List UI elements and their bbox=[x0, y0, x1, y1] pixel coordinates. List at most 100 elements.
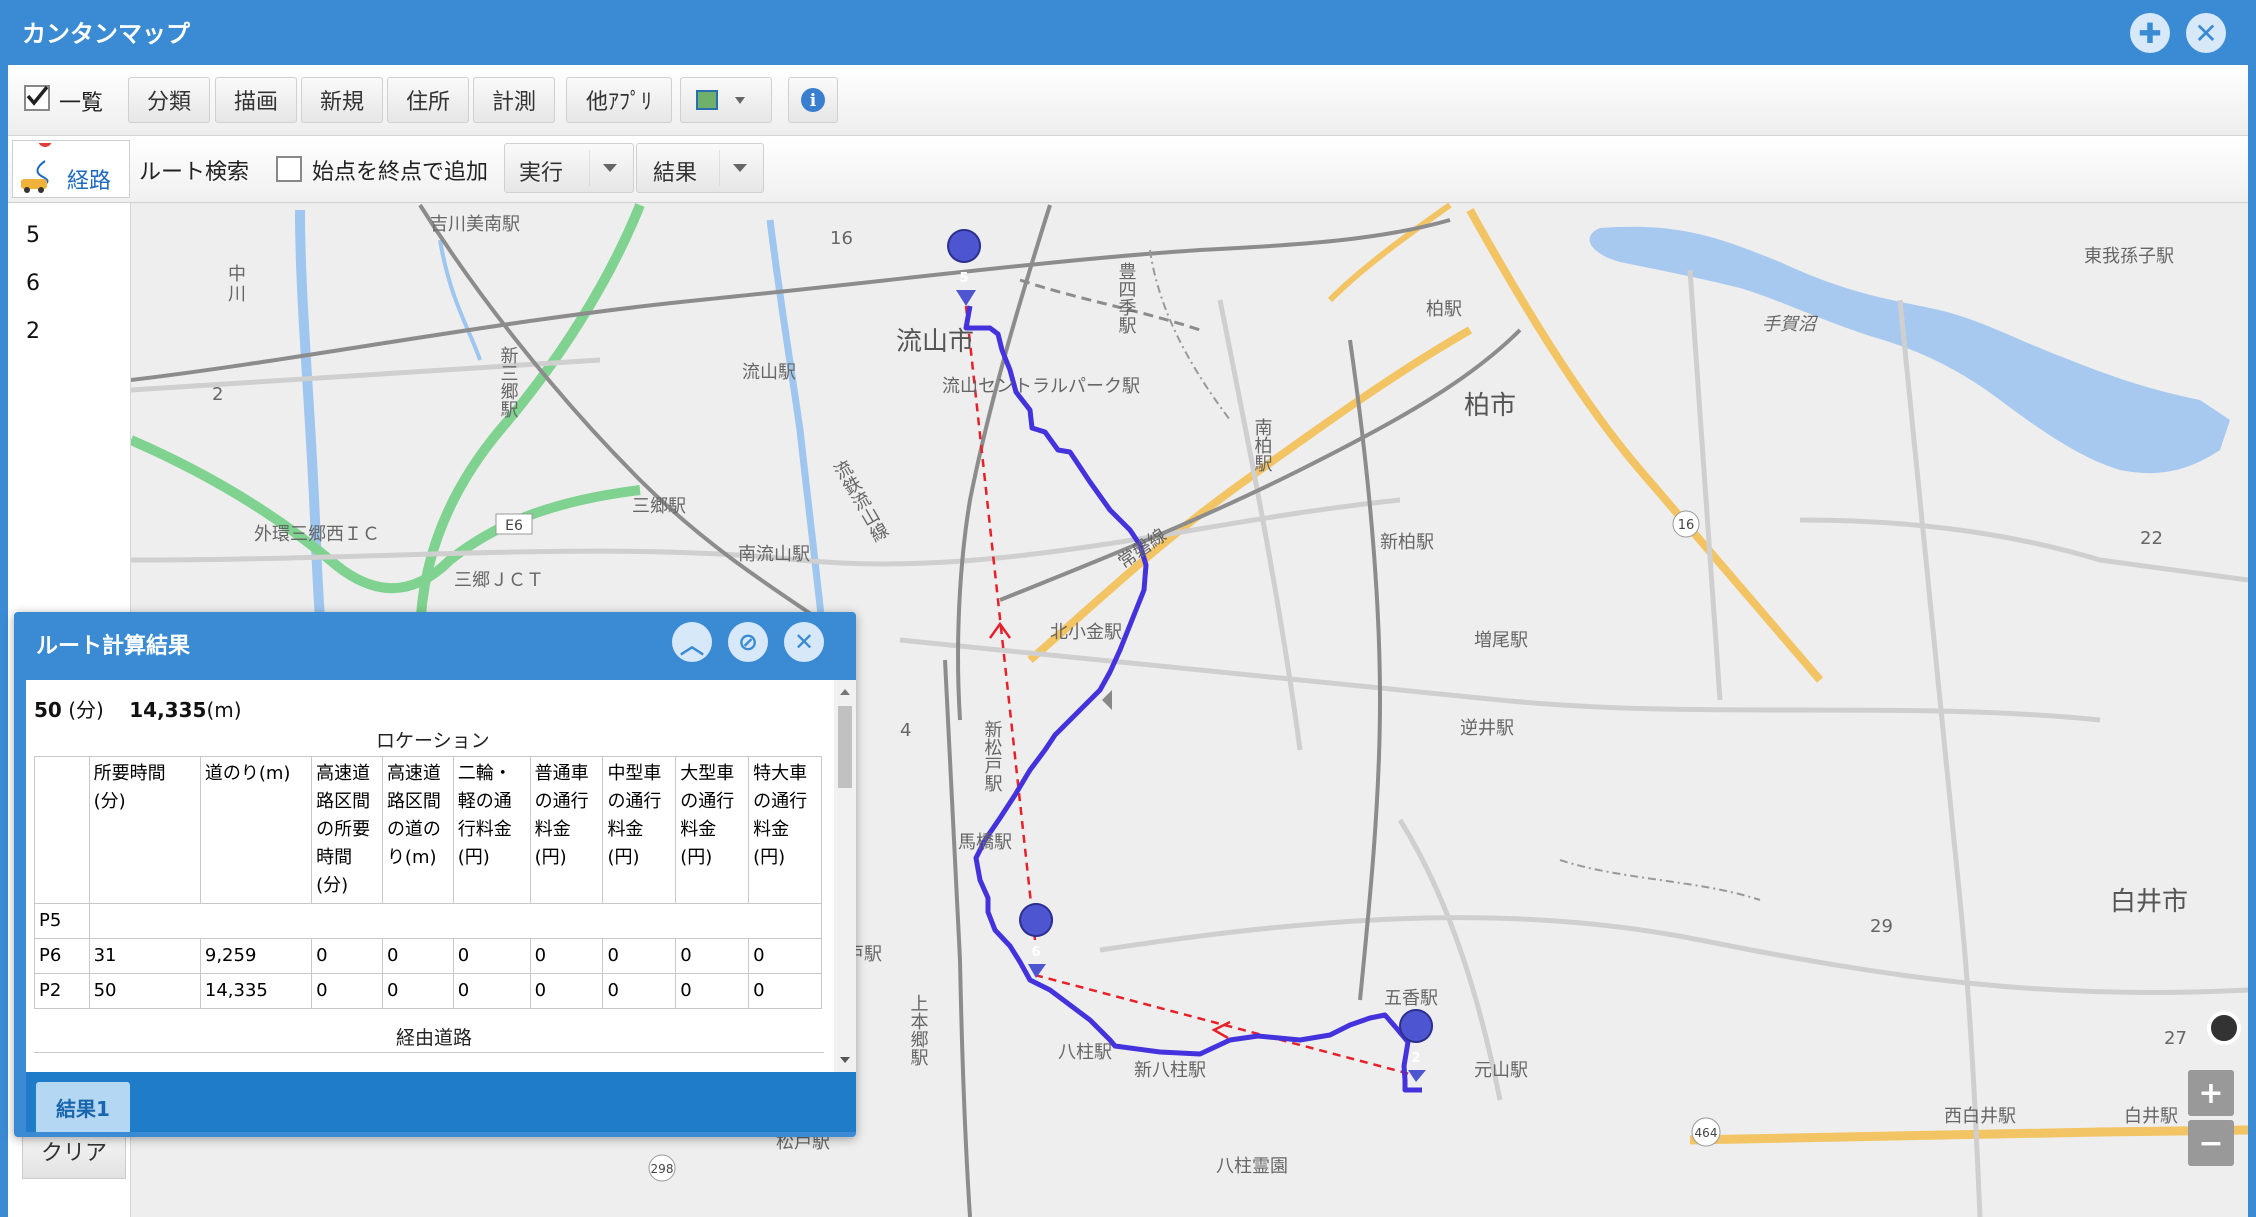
table-row: P5 bbox=[34, 903, 823, 939]
other-apps-button[interactable]: 他ｱﾌﾟﾘ bbox=[566, 77, 672, 123]
scroll-down-icon[interactable] bbox=[834, 1050, 856, 1070]
table-row: P2 50 14,335 0 0 0 0 0 0 0 bbox=[34, 973, 822, 1009]
compass-icon[interactable]: ✚ bbox=[2130, 13, 2170, 53]
map-label: 南流山駅 bbox=[738, 544, 810, 565]
table-cell: 0 bbox=[675, 938, 750, 974]
route-tab[interactable]: 経路 bbox=[12, 140, 130, 198]
summary-distance: 14,335 bbox=[129, 698, 207, 722]
list-item[interactable]: 2 bbox=[26, 319, 40, 344]
run-label: 実行 bbox=[519, 161, 564, 186]
draw-button[interactable]: 描画 bbox=[215, 77, 297, 123]
map-label: 外環三郷西ＩＣ bbox=[254, 524, 380, 545]
map-label: 西白井駅 bbox=[1944, 1106, 2016, 1127]
list-item[interactable]: 6 bbox=[26, 271, 40, 296]
table-header-row: 所要時間(分) 道のり(m) 高速道路区間の所要時間(分) 高速道路区間の道のり… bbox=[34, 756, 822, 904]
collapse-icon[interactable]: ︿ bbox=[672, 622, 712, 662]
table-header: 大型車の通行料金(円) bbox=[675, 756, 750, 904]
table-cell: 0 bbox=[452, 938, 531, 974]
map-label: 手賀沼 bbox=[1762, 314, 1819, 335]
table-cell: 0 bbox=[748, 973, 822, 1009]
scrollbar[interactable] bbox=[834, 680, 856, 1072]
chevron-down-icon bbox=[735, 97, 745, 104]
tab-result-1[interactable]: 結果1 bbox=[36, 1082, 130, 1132]
road-shield-label: 16 bbox=[1678, 518, 1695, 533]
result-label: 結果 bbox=[653, 161, 698, 186]
image-icon bbox=[696, 90, 745, 110]
map-label: 豊四季駅 bbox=[1116, 262, 1137, 335]
map-label: 柏駅 bbox=[1426, 299, 1462, 320]
location-table-wrap: 所要時間(分) 道のり(m) 高速道路区間の所要時間(分) 高速道路区間の道のり… bbox=[34, 756, 834, 1009]
map-label: 流山セントラルパーク駅 bbox=[942, 376, 1140, 397]
run-dropdown[interactable]: 実行 bbox=[504, 143, 634, 193]
svg-text:6: 6 bbox=[1031, 945, 1040, 960]
table-cell: 0 bbox=[529, 938, 604, 974]
start-as-end-checkbox[interactable] bbox=[276, 156, 302, 182]
map-label: 三郷駅 bbox=[632, 496, 686, 517]
map-label: 白井市 bbox=[2110, 887, 2188, 917]
table-cell: P2 bbox=[34, 973, 90, 1009]
map-label: 新八柱駅 bbox=[1134, 1060, 1206, 1081]
table-header: 道のり(m) bbox=[199, 756, 313, 904]
scroll-up-icon[interactable] bbox=[834, 682, 856, 702]
category-button[interactable]: 分類 bbox=[128, 77, 210, 123]
map-label: 新三郷駅 bbox=[498, 346, 519, 419]
map-label: 東我孫子駅 bbox=[2084, 246, 2174, 267]
current-location-icon[interactable] bbox=[2207, 1011, 2241, 1045]
table-row: P6 31 9,259 0 0 0 0 0 0 0 bbox=[34, 938, 822, 974]
spot-height: 2 bbox=[212, 384, 223, 405]
route-tab-label: 経路 bbox=[67, 169, 112, 194]
table-cell: P6 bbox=[34, 938, 90, 974]
map-label: 中 bbox=[228, 264, 246, 285]
map-label: 北小金駅 bbox=[1050, 622, 1122, 643]
map-label: 逆井駅 bbox=[1460, 718, 1514, 739]
map-label: 流山市 bbox=[896, 327, 974, 357]
zoom-out-button[interactable]: − bbox=[2188, 1120, 2234, 1166]
list-checkbox[interactable] bbox=[24, 85, 50, 111]
table-cell: 0 bbox=[675, 973, 750, 1009]
map-label: 上本郷駅 bbox=[908, 994, 929, 1067]
table-header: 中型車の通行料金(円) bbox=[602, 756, 677, 904]
info-icon: i bbox=[801, 88, 825, 112]
table-header: 所要時間(分) bbox=[88, 756, 201, 904]
route-search-label: ルート検索 bbox=[139, 160, 250, 185]
via-road-table bbox=[34, 1052, 824, 1072]
spot-height: 29 bbox=[1870, 916, 1893, 937]
info-button[interactable]: i bbox=[788, 77, 838, 123]
spot-height: 4 bbox=[900, 720, 911, 741]
via-road-caption: 経由道路 bbox=[396, 1027, 473, 1049]
svg-text:5: 5 bbox=[959, 271, 968, 286]
list-item[interactable]: 5 bbox=[26, 223, 40, 248]
map-label: 八柱駅 bbox=[1058, 1042, 1112, 1063]
location-caption: ロケーション bbox=[376, 730, 490, 752]
close-icon[interactable]: ✕ bbox=[2186, 13, 2226, 53]
start-as-end-label: 始点を終点で追加 bbox=[312, 160, 489, 185]
table-cell: 0 bbox=[602, 973, 677, 1009]
map-layer-dropdown[interactable] bbox=[680, 77, 772, 123]
close-icon[interactable]: ✕ bbox=[784, 622, 824, 662]
table-cell: 0 bbox=[452, 973, 531, 1009]
map-label: 馬橋駅 bbox=[958, 832, 1012, 853]
location-table: 所要時間(分) 道のり(m) 高速道路区間の所要時間(分) 高速道路区間の道のり… bbox=[34, 756, 823, 1009]
measure-button[interactable]: 計測 bbox=[473, 77, 555, 123]
map-label: 五香駅 bbox=[1384, 988, 1438, 1009]
summary-minutes-unit: (分) bbox=[68, 698, 104, 722]
map-label: 柏市 bbox=[1464, 391, 1516, 421]
map-label: 増尾駅 bbox=[1474, 630, 1528, 651]
map-label: 新松戸駅 bbox=[982, 720, 1003, 793]
map-label: 吉川美南駅 bbox=[430, 214, 520, 235]
zoom-in-button[interactable]: + bbox=[2188, 1070, 2234, 1116]
route-toolbar: 経路 ルート検索 始点を終点で追加 実行 結果 bbox=[8, 136, 2248, 203]
address-button[interactable]: 住所 bbox=[387, 77, 469, 123]
main-toolbar: 一覧 分類 描画 新規 住所 計測 他ｱﾌﾟﾘ i bbox=[8, 65, 2248, 136]
table-cell: 31 bbox=[88, 938, 201, 974]
minimize-icon[interactable]: ⊘ bbox=[728, 622, 768, 662]
route-result-dialog: ルート計算結果 ︿ ⊘ ✕ 50 (分) 14,335(m) ロケーション 所要… bbox=[14, 612, 856, 1137]
table-cell bbox=[88, 903, 823, 939]
spot-height: 27 bbox=[2164, 1028, 2187, 1049]
scrollbar-thumb[interactable] bbox=[838, 706, 852, 788]
table-cell: 9,259 bbox=[199, 938, 313, 974]
new-button[interactable]: 新規 bbox=[301, 77, 383, 123]
result-dropdown[interactable]: 結果 bbox=[636, 143, 764, 193]
svg-text:2: 2 bbox=[1411, 1051, 1420, 1066]
summary-minutes: 50 bbox=[34, 698, 62, 722]
